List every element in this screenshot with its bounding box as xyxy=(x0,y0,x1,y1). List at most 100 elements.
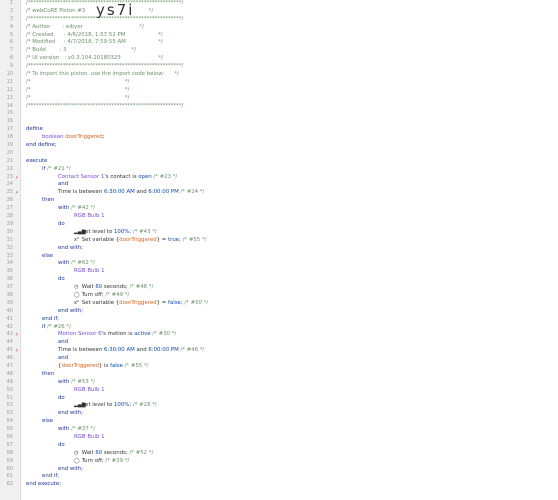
code-text: /* UI version : v0.3.104.20180323 */ xyxy=(26,55,163,63)
comment-token: /* #30 */ xyxy=(150,331,177,338)
code-line: 47 {doorTriggered} is false /* #55 */ xyxy=(0,363,558,371)
code-text: RGB Bulb 1 xyxy=(74,213,105,221)
code-text: else xyxy=(42,253,53,261)
code-text: Time is between 6:30:00 AM and 6:00:00 P… xyxy=(58,189,204,197)
code-line: 33 else xyxy=(0,253,558,261)
line-number: 17 xyxy=(6,126,13,133)
comment-token: /* #52 */ xyxy=(127,449,154,456)
code-line: 15 xyxy=(0,110,558,118)
line-number: 31 xyxy=(6,236,13,243)
keyword-token: do xyxy=(58,276,65,283)
code-line: 59 ◯ Turn off; /* #39 */ xyxy=(0,458,558,466)
line-number: 38 xyxy=(6,291,13,298)
code-line: 14 /*************************************… xyxy=(0,103,558,111)
keyword-token: else xyxy=(42,252,53,259)
comment-token: /* Build : 3 */ xyxy=(26,47,137,54)
code-line: 52 ▂▄▆ Set level to 100%; /* #28 */ xyxy=(0,402,558,410)
text-token: ; xyxy=(102,134,105,141)
keyword-token: define xyxy=(26,126,43,133)
code-text: /***************************************… xyxy=(26,103,183,111)
code-text: ◯ Turn off; /* #49 */ xyxy=(74,292,129,300)
comment-token: /* #55 */ xyxy=(180,236,207,243)
text-token: 's motion is xyxy=(101,331,135,338)
keyword-token: end with; xyxy=(58,244,84,251)
line-number: 22 xyxy=(6,165,13,172)
value-token: true xyxy=(168,236,180,243)
keyword-token: do xyxy=(58,441,65,448)
code-text: then xyxy=(42,371,54,379)
line-number: 12 xyxy=(6,86,13,93)
code-line: 25 ⚡ Time is between 6:30:00 AM and 6:00:0… xyxy=(0,189,558,197)
trigger-bolt-icon: ⚡ xyxy=(15,190,19,197)
code-line: 36 do xyxy=(0,276,558,284)
code-text: with /* #53 */ xyxy=(58,379,95,387)
line-number: 54 xyxy=(6,418,13,425)
code-text: boolean doorTriggered; xyxy=(42,134,105,142)
keyword-token: with xyxy=(58,260,72,267)
code-text: RGB Bulb 1 xyxy=(74,387,105,395)
value-token: 6:30:00 AM xyxy=(103,347,135,354)
line-number: 48 xyxy=(6,370,13,377)
comment-token: /* #43 */ xyxy=(131,228,157,235)
code-text: end if; xyxy=(42,473,59,481)
text-token: Wait xyxy=(80,449,96,456)
code-text: x² Set variable {doorTriggered} = true; … xyxy=(74,237,206,245)
code-text: end with; xyxy=(58,410,83,418)
comment-token: /* #42 */ xyxy=(71,205,95,212)
code-line: 20 xyxy=(0,150,558,158)
text-token: Wait xyxy=(80,284,96,291)
code-line: 24 and xyxy=(0,181,558,189)
line-number: 60 xyxy=(6,465,13,472)
code-line: 30 ▂▄▆ Set level to 100%; /* #43 */ xyxy=(0,229,558,237)
code-text: /***************************************… xyxy=(26,63,183,71)
keyword-token: do xyxy=(58,220,65,227)
text-token: } = xyxy=(156,299,168,306)
code-line: 34 with /* #62 */ xyxy=(0,260,558,268)
line-number: 32 xyxy=(6,244,13,251)
device-token: Contact Sensor 1 xyxy=(58,173,105,180)
device-token: RGB Bulb 1 xyxy=(74,433,105,440)
code-text: and xyxy=(58,181,68,189)
text-token: Set variable { xyxy=(80,299,120,306)
code-text: define xyxy=(26,126,43,134)
line-number: 51 xyxy=(6,394,13,401)
line-number: 61 xyxy=(6,473,13,480)
code-text: with /* #62 */ xyxy=(58,260,95,268)
line-number: 2 xyxy=(9,7,13,14)
line-number: 13 xyxy=(6,94,13,101)
keyword-token: end if; xyxy=(42,473,60,480)
code-line: 7 /* Build : 3 */ xyxy=(0,47,558,55)
code-text: and xyxy=(58,339,68,347)
line-number: 49 xyxy=(6,378,13,385)
line-number: 57 xyxy=(6,441,13,448)
variable-token: doorTriggered xyxy=(65,134,103,141)
line-number: 41 xyxy=(6,315,13,322)
keyword-token: execute xyxy=(26,157,48,164)
code-line: 4 /* Author : eibyer */ xyxy=(0,24,558,32)
text-token: Time is between xyxy=(58,347,104,354)
line-number: 34 xyxy=(6,260,13,267)
line-number: 3 xyxy=(9,15,13,22)
code-line: 62 end execute; xyxy=(0,481,558,489)
line-number: 26 xyxy=(6,197,13,204)
text-token: seconds; xyxy=(102,449,128,456)
text-token: Set level to xyxy=(80,228,114,235)
value-token: 6:30:00 AM xyxy=(103,189,135,196)
trigger-bolt-icon: ⚡ xyxy=(15,332,19,339)
comment-token: /* #55 */ xyxy=(122,362,149,369)
text-token: and xyxy=(134,189,149,196)
code-text: /* */ xyxy=(26,95,129,103)
code-line: 32 end with; xyxy=(0,245,558,253)
line-number: 46 xyxy=(6,355,13,362)
text-token: Set level to xyxy=(80,402,114,409)
code-line: 51 do xyxy=(0,395,558,403)
line-number: 40 xyxy=(6,307,13,314)
code-text: end define; xyxy=(26,142,57,150)
value-token: 6:00:00 PM xyxy=(148,189,179,196)
code-line: 44 and xyxy=(0,339,558,347)
code-lines: 1 /**************************************… xyxy=(0,0,558,489)
keyword-token: and xyxy=(58,181,69,188)
code-line: 54 else xyxy=(0,418,558,426)
line-number: 4 xyxy=(9,23,13,30)
code-line: 2/* webCoRE Piston #3 */ xyxy=(0,8,558,16)
